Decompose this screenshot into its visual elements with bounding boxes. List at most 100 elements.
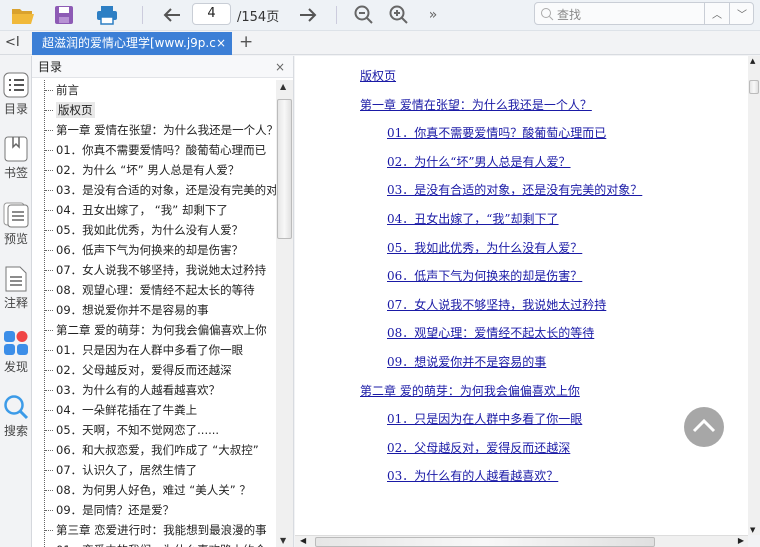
toc-link[interactable]: 03．为什么有的人越看越喜欢？: [387, 467, 558, 484]
search-box[interactable]: 查找 ︿ ﹀: [534, 2, 754, 25]
toc-link[interactable]: 05．我如此优秀，为什么没有人爱？: [387, 239, 582, 256]
toc-item-label: 09．是同情？还是爱？: [56, 503, 175, 517]
search-next-button[interactable]: ﹀: [729, 3, 754, 24]
toc-link[interactable]: 08．观望心理：爱情经不起太长的等待: [387, 324, 594, 341]
tab-document[interactable]: 超滋润的爱情心理学[www.j9p.c ×: [32, 32, 232, 55]
document-horizontal-scrollbar[interactable]: ◀ ▶: [295, 535, 748, 547]
page-number-input[interactable]: 4: [192, 3, 231, 25]
toc-item[interactable]: 03．是没有合适的对象，还是没有完美的对象？: [45, 180, 277, 200]
search-input[interactable]: 查找: [557, 6, 581, 23]
toc-link[interactable]: 01．你真不需要爱情吗？酸葡萄心理而已: [387, 124, 606, 141]
more-chevron-icon[interactable]: »: [424, 3, 442, 27]
search-icon: [541, 8, 554, 21]
collapse-sidebar-button[interactable]: <I: [5, 35, 20, 50]
toc-link[interactable]: 06．低声下气为何换来的却是伤害？: [387, 267, 582, 284]
toc-link[interactable]: 第一章 爱情在张望：为什么我还是一个人？: [360, 96, 592, 113]
tab-bar: <I 超滋润的爱情心理学[www.j9p.c × +: [0, 32, 760, 55]
document-page: 版权页第一章 爱情在张望：为什么我还是一个人？ 01．你真不需要爱情吗？酸葡萄心理…: [295, 56, 748, 535]
toc-link[interactable]: 02．为什么“坏”男人总是有人爱？: [387, 153, 571, 170]
previous-page-button[interactable]: [160, 3, 184, 27]
toc-item[interactable]: 第三章 恋爱进行时：我能想到最浪漫的事: [45, 520, 277, 540]
next-page-button[interactable]: [296, 3, 320, 27]
toc-item[interactable]: 02．父母越反对，爱得反而还越深: [45, 360, 277, 380]
toc-scrollbar[interactable]: ▲ ▼: [276, 80, 293, 547]
toc-link[interactable]: 版权页: [360, 67, 396, 84]
toc-scrollbar-thumb[interactable]: [277, 99, 292, 239]
scroll-to-top-button[interactable]: [684, 407, 724, 447]
close-tab-icon[interactable]: ×: [216, 32, 226, 55]
toc-link[interactable]: 第二章 爱的萌芽：为何我会偏偏喜欢上你: [360, 382, 580, 399]
toc-item[interactable]: 07．女人说我不够坚持，我说她太过矜持: [45, 260, 277, 280]
toc-item-label: 05．我如此优秀，为什么没有人爱？: [56, 223, 244, 237]
toc-title: 目录: [38, 60, 63, 74]
toc-item-label: 版权页: [56, 102, 95, 118]
toc-link[interactable]: 02．父母越反对，爱得反而还越深: [387, 439, 570, 456]
toc-item[interactable]: 版权页: [45, 100, 277, 120]
list-icon: [3, 72, 29, 98]
toc-item[interactable]: 09．想说爱你并不是容易的事: [45, 300, 277, 320]
toc-item[interactable]: 08．观望心理：爱情经不起太长的等待: [45, 280, 277, 300]
zoom-in-icon[interactable]: [387, 3, 411, 27]
discover-icon: [4, 331, 28, 355]
toc-item-label: 06．低声下气为何换来的却是伤害？: [56, 243, 244, 257]
save-icon[interactable]: [52, 3, 76, 27]
toc-item-label: 02．为什么 “坏” 男人总是有人爱？: [56, 163, 240, 177]
toc-link[interactable]: 07．女人说我不够坚持，我说她太过矜持: [387, 296, 606, 313]
sidebar: 目录 书签 预览 注释 发现 搜索: [0, 56, 32, 547]
toc-item[interactable]: 06．低声下气为何换来的却是伤害？: [45, 240, 277, 260]
toc-item[interactable]: 09．是同情？还是爱？: [45, 500, 277, 520]
toc-header: 目录 ×: [32, 56, 293, 78]
toc-link[interactable]: 04．丑女出嫁了，“我”却剩下了: [387, 210, 559, 227]
toc-item[interactable]: 04．丑女出嫁了， “我” 却剩下了: [45, 200, 277, 220]
toc-item[interactable]: 01．你真不需要爱情吗？酸葡萄心理而已: [45, 140, 277, 160]
toc-item[interactable]: 04．一朵鲜花插在了牛粪上: [45, 400, 277, 420]
toc-item-label: 08．观望心理：爱情经不起太长的等待: [56, 283, 255, 297]
toc-item[interactable]: 03．为什么有的人越看越喜欢？: [45, 380, 277, 400]
sidebar-item-bookmark[interactable]: 书签: [0, 136, 32, 181]
toc-item[interactable]: 01．只是因为在人群中多看了你一眼: [45, 340, 277, 360]
document-scrollbar-thumb[interactable]: [749, 80, 759, 94]
sidebar-item-discover[interactable]: 发现: [0, 330, 32, 375]
document-vertical-scrollbar[interactable]: ▲ ▼: [748, 56, 760, 535]
search-icon: [4, 395, 29, 420]
toc-item-label: 第一章 爱情在张望：为什么我还是一个人？: [56, 123, 277, 137]
toc-item[interactable]: 05．天啊，不知不觉网恋了......: [45, 420, 277, 440]
toc-item[interactable]: 02．为什么 “坏” 男人总是有人爱？: [45, 160, 277, 180]
toc-item[interactable]: 06．和大叔恋爱，我们咋成了 “大叔控”: [45, 440, 277, 460]
toc-item-label: 05．天啊，不知不觉网恋了......: [56, 423, 220, 437]
toc-item[interactable]: 第二章 爱的萌芽：为何我会偏偏喜欢上你: [45, 320, 277, 340]
sidebar-item-toc[interactable]: 目录: [0, 72, 32, 117]
toc-item-label: 第二章 爱的萌芽：为何我会偏偏喜欢上你: [56, 323, 267, 337]
horizontal-scrollbar-thumb[interactable]: [315, 537, 655, 547]
toc-item[interactable]: 第一章 爱情在张望：为什么我还是一个人？: [45, 120, 277, 140]
sidebar-item-preview[interactable]: 预览: [0, 202, 32, 247]
toc-link[interactable]: 01．只是因为在人群中多看了你一眼: [387, 410, 582, 427]
toc-item-label: 前言: [56, 83, 79, 97]
open-folder-icon[interactable]: [10, 3, 36, 27]
bookmark-icon: [4, 136, 28, 162]
page-total: /154页: [237, 10, 280, 25]
toc-item-label: 01．恋爱中的我们，为什么喜欢路上约会: [56, 543, 266, 547]
toc-item-label: 06．和大叔恋爱，我们咋成了 “大叔控”: [56, 443, 259, 457]
search-previous-button[interactable]: ︿: [704, 3, 729, 24]
sidebar-item-search[interactable]: 搜索: [0, 394, 32, 439]
add-tab-button[interactable]: +: [239, 32, 253, 52]
toc-item[interactable]: 07．认识久了，居然生情了: [45, 460, 277, 480]
print-icon[interactable]: [94, 3, 120, 27]
toc-panel: 目录 × 前言版权页第一章 爱情在张望：为什么我还是一个人？ 01．你真不需要爱情吗…: [32, 56, 294, 547]
toc-item-label: 01．你真不需要爱情吗？酸葡萄心理而已: [56, 143, 267, 157]
sidebar-item-notes[interactable]: 注释: [0, 266, 32, 311]
close-toc-icon[interactable]: ×: [275, 56, 285, 78]
toc-item[interactable]: 01．恋爱中的我们，为什么喜欢路上约会: [45, 540, 277, 547]
toc-item-label: 08．为何男人好色，难过 “美人关” ？: [56, 483, 251, 497]
toc-item-label: 02．父母越反对，爱得反而还越深: [56, 363, 232, 377]
toc-link[interactable]: 09．想说爱你并不是容易的事: [387, 353, 546, 370]
toc-item-label: 09．想说爱你并不是容易的事: [56, 303, 209, 317]
zoom-out-icon[interactable]: [352, 3, 376, 27]
toc-item[interactable]: 05．我如此优秀，为什么没有人爱？: [45, 220, 277, 240]
toc-item-label: 07．女人说我不够坚持，我说她太过矜持: [56, 263, 267, 277]
toc-link[interactable]: 03．是没有合适的对象，还是没有完美的对象？: [387, 181, 642, 198]
toc-item-label: 04．一朵鲜花插在了牛粪上: [56, 403, 198, 417]
toc-item[interactable]: 前言: [45, 80, 277, 100]
toc-item[interactable]: 08．为何男人好色，难过 “美人关” ？: [45, 480, 277, 500]
